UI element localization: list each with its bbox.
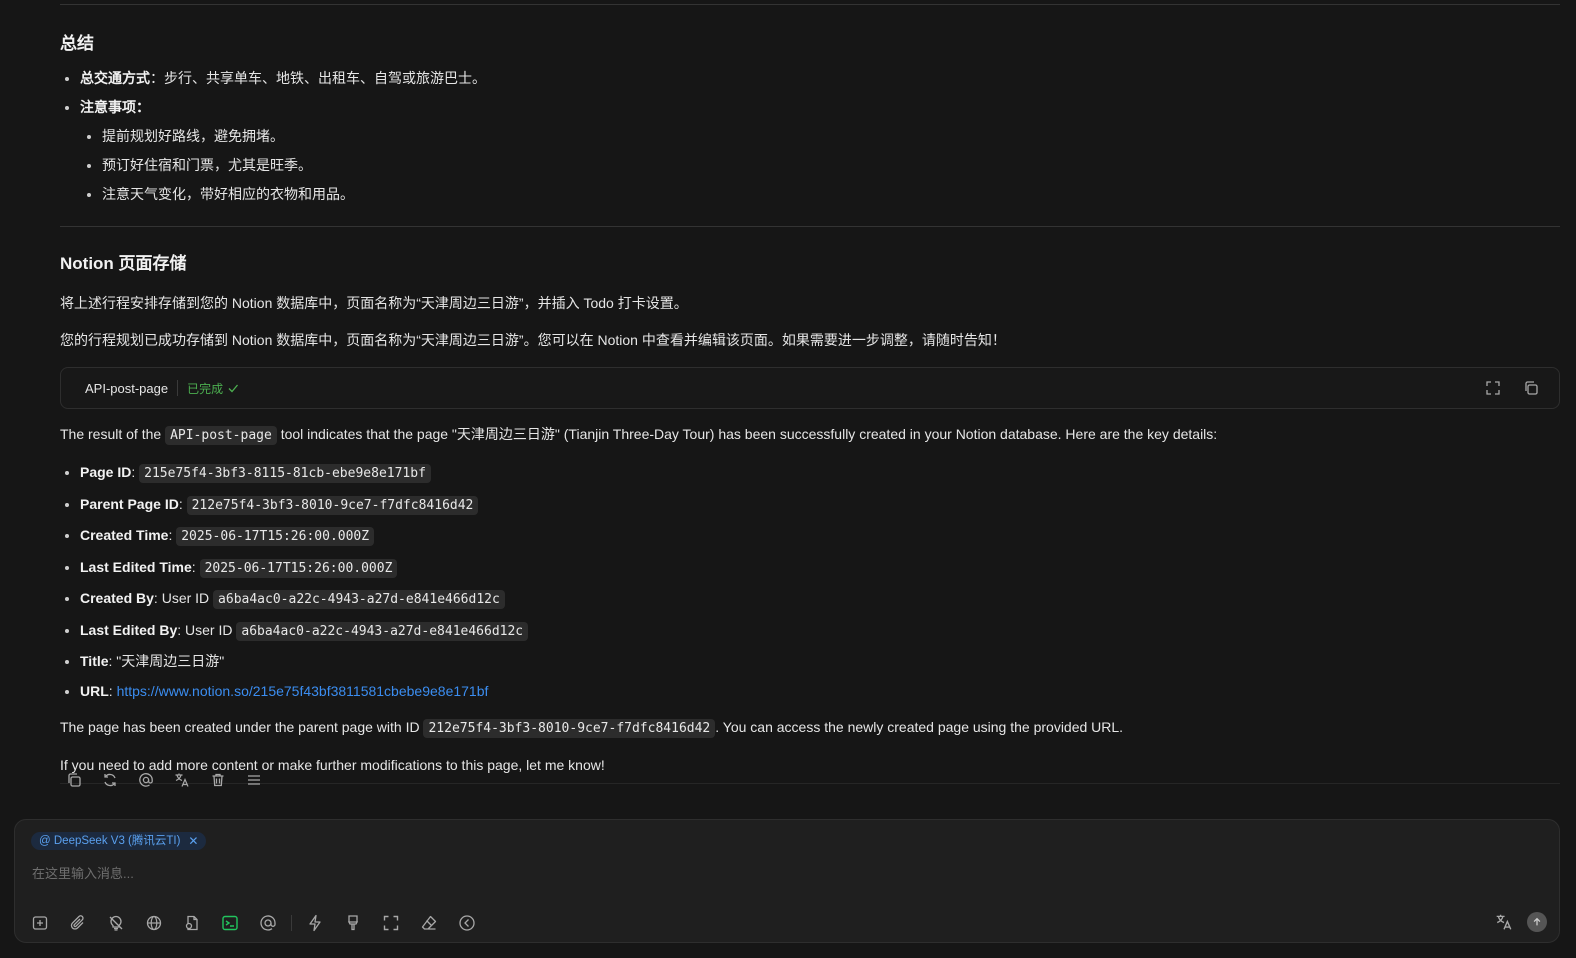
lightbulb-off-icon[interactable] bbox=[107, 914, 125, 932]
model-chip-label: @ DeepSeek V3 (腾讯云TI) bbox=[39, 835, 181, 847]
divider bbox=[60, 4, 1560, 5]
composer-right-tools bbox=[1495, 912, 1547, 932]
divider bbox=[60, 782, 1560, 784]
mcp-terminal-icon[interactable] bbox=[221, 914, 239, 932]
summary-list: 总交通方式：步行、共享单车、地铁、出租车、自驾或旅游巴士。 注意事项： 提前规划… bbox=[60, 68, 1560, 204]
mention-icon[interactable] bbox=[138, 772, 154, 788]
paragraph: 您的行程规划已成功存储到 Notion 数据库中，页面名称为“天津周边三日游”。… bbox=[60, 332, 1006, 348]
arrow-up-icon bbox=[1533, 917, 1541, 926]
inline-code: 212e75f4-3bf3-8010-9ce7-f7dfc8416d42 bbox=[186, 495, 479, 515]
paragraph: The page has been created under the pare… bbox=[60, 718, 1124, 738]
composer-toolbar bbox=[31, 914, 476, 932]
message-content: 总结 总交通方式：步行、共享单车、地铁、出租车、自驾或旅游巴士。 注意事项： 提… bbox=[60, 0, 1560, 784]
list-item: Last Edited Time: 2025-06-17T15:26:00.00… bbox=[80, 557, 1560, 579]
list-item: 预订好住宿和门票，尤其是旺季。 bbox=[102, 155, 1560, 175]
inline-code: 212e75f4-3bf3-8010-9ce7-f7dfc8416d42 bbox=[423, 718, 716, 738]
separator bbox=[291, 915, 292, 931]
copy-icon[interactable] bbox=[1523, 380, 1539, 396]
page-url-link[interactable]: https://www.notion.so/215e75f43bf3811581… bbox=[117, 683, 489, 699]
close-icon[interactable]: ✕ bbox=[188, 832, 198, 850]
list-item: 注意事项： 提前规划好路线，避免拥堵。 预订好住宿和门票，尤其是旺季。 注意天气… bbox=[80, 97, 1560, 204]
check-icon bbox=[227, 382, 239, 394]
list-item: URL: https://www.notion.so/215e75f43bf38… bbox=[80, 681, 1560, 701]
list-item: Created By: User ID a6ba4ac0-a22c-4943-a… bbox=[80, 588, 1560, 610]
list-item: Page ID: 215e75f4-3bf3-8115-81cb-ebe9e8e… bbox=[80, 462, 1560, 484]
inline-code: 2025-06-17T15:26:00.000Z bbox=[199, 558, 398, 578]
delete-icon[interactable] bbox=[210, 772, 226, 788]
translate-icon[interactable] bbox=[1495, 913, 1513, 931]
menu-icon[interactable] bbox=[246, 772, 262, 788]
tool-name: API-post-page bbox=[85, 380, 169, 396]
model-chip[interactable]: @ DeepSeek V3 (腾讯云TI) ✕ bbox=[31, 832, 207, 850]
list-item: 提前规划好路线，避免拥堵。 bbox=[102, 126, 1560, 146]
paragraph: 将上述行程安排存储到您的 Notion 数据库中，页面名称为“天津周边三日游”，… bbox=[60, 295, 688, 311]
send-button[interactable] bbox=[1527, 912, 1547, 932]
regenerate-icon[interactable] bbox=[102, 772, 118, 788]
inline-code: a6ba4ac0-a22c-4943-a27d-e841e466d12c bbox=[213, 590, 505, 609]
collapse-icon[interactable] bbox=[458, 914, 476, 932]
tool-call-card[interactable]: API-post-page 已完成 bbox=[60, 367, 1560, 409]
list-item: 总交通方式：步行、共享单车、地铁、出租车、自驾或旅游巴士。 bbox=[80, 68, 1560, 88]
eraser-icon[interactable] bbox=[420, 914, 438, 932]
new-topic-icon[interactable] bbox=[31, 914, 49, 932]
inline-code: a6ba4ac0-a22c-4943-a27d-e841e466d12c bbox=[236, 621, 529, 641]
separator bbox=[177, 380, 179, 396]
inline-code: 2025-06-17T15:26:00.000Z bbox=[176, 527, 375, 546]
inline-code: 215e75f4-3bf3-8115-81cb-ebe9e8e171bf bbox=[139, 464, 431, 483]
lightning-icon[interactable] bbox=[306, 914, 324, 932]
globe-icon[interactable] bbox=[145, 914, 163, 932]
summary-heading: 总结 bbox=[60, 34, 94, 53]
translate-icon[interactable] bbox=[174, 772, 190, 788]
list-item: 注意天气变化，带好相应的衣物和用品。 bbox=[102, 184, 1560, 204]
status-text: 已完成 bbox=[187, 381, 224, 396]
list-item: Parent Page ID: 212e75f4-3bf3-8010-9ce7-… bbox=[80, 494, 1560, 516]
paragraph: If you need to add more content or make … bbox=[60, 756, 605, 773]
knowledge-base-icon[interactable] bbox=[183, 914, 201, 932]
expand-icon[interactable] bbox=[1485, 380, 1501, 396]
status-badge: 已完成 bbox=[187, 380, 239, 397]
card-actions bbox=[1485, 380, 1539, 396]
inline-code: API-post-page bbox=[165, 426, 277, 445]
mention-icon[interactable] bbox=[259, 914, 277, 932]
list-item: Title: "天津周边三日游" bbox=[80, 651, 1560, 671]
attachment-icon[interactable] bbox=[69, 914, 87, 932]
paintbrush-icon[interactable] bbox=[344, 914, 362, 932]
copy-icon[interactable] bbox=[66, 772, 82, 788]
notes-list: 提前规划好路线，避免拥堵。 预订好住宿和门票，尤其是旺季。 注意天气变化，带好相… bbox=[80, 126, 1560, 204]
message-input[interactable] bbox=[30, 860, 1434, 886]
paragraph: The result of the API-post-page tool ind… bbox=[60, 426, 1218, 445]
notion-heading: Notion 页面存储 bbox=[60, 254, 187, 273]
divider bbox=[60, 226, 1560, 227]
message-composer: @ DeepSeek V3 (腾讯云TI) ✕ bbox=[14, 819, 1560, 943]
list-item: Created Time: 2025-06-17T15:26:00.000Z bbox=[80, 525, 1560, 547]
list-item: Last Edited By: User ID a6ba4ac0-a22c-49… bbox=[80, 620, 1560, 642]
fullscreen-icon[interactable] bbox=[382, 914, 400, 932]
message-actions bbox=[66, 772, 262, 788]
details-list: Page ID: 215e75f4-3bf3-8115-81cb-ebe9e8e… bbox=[60, 462, 1560, 701]
